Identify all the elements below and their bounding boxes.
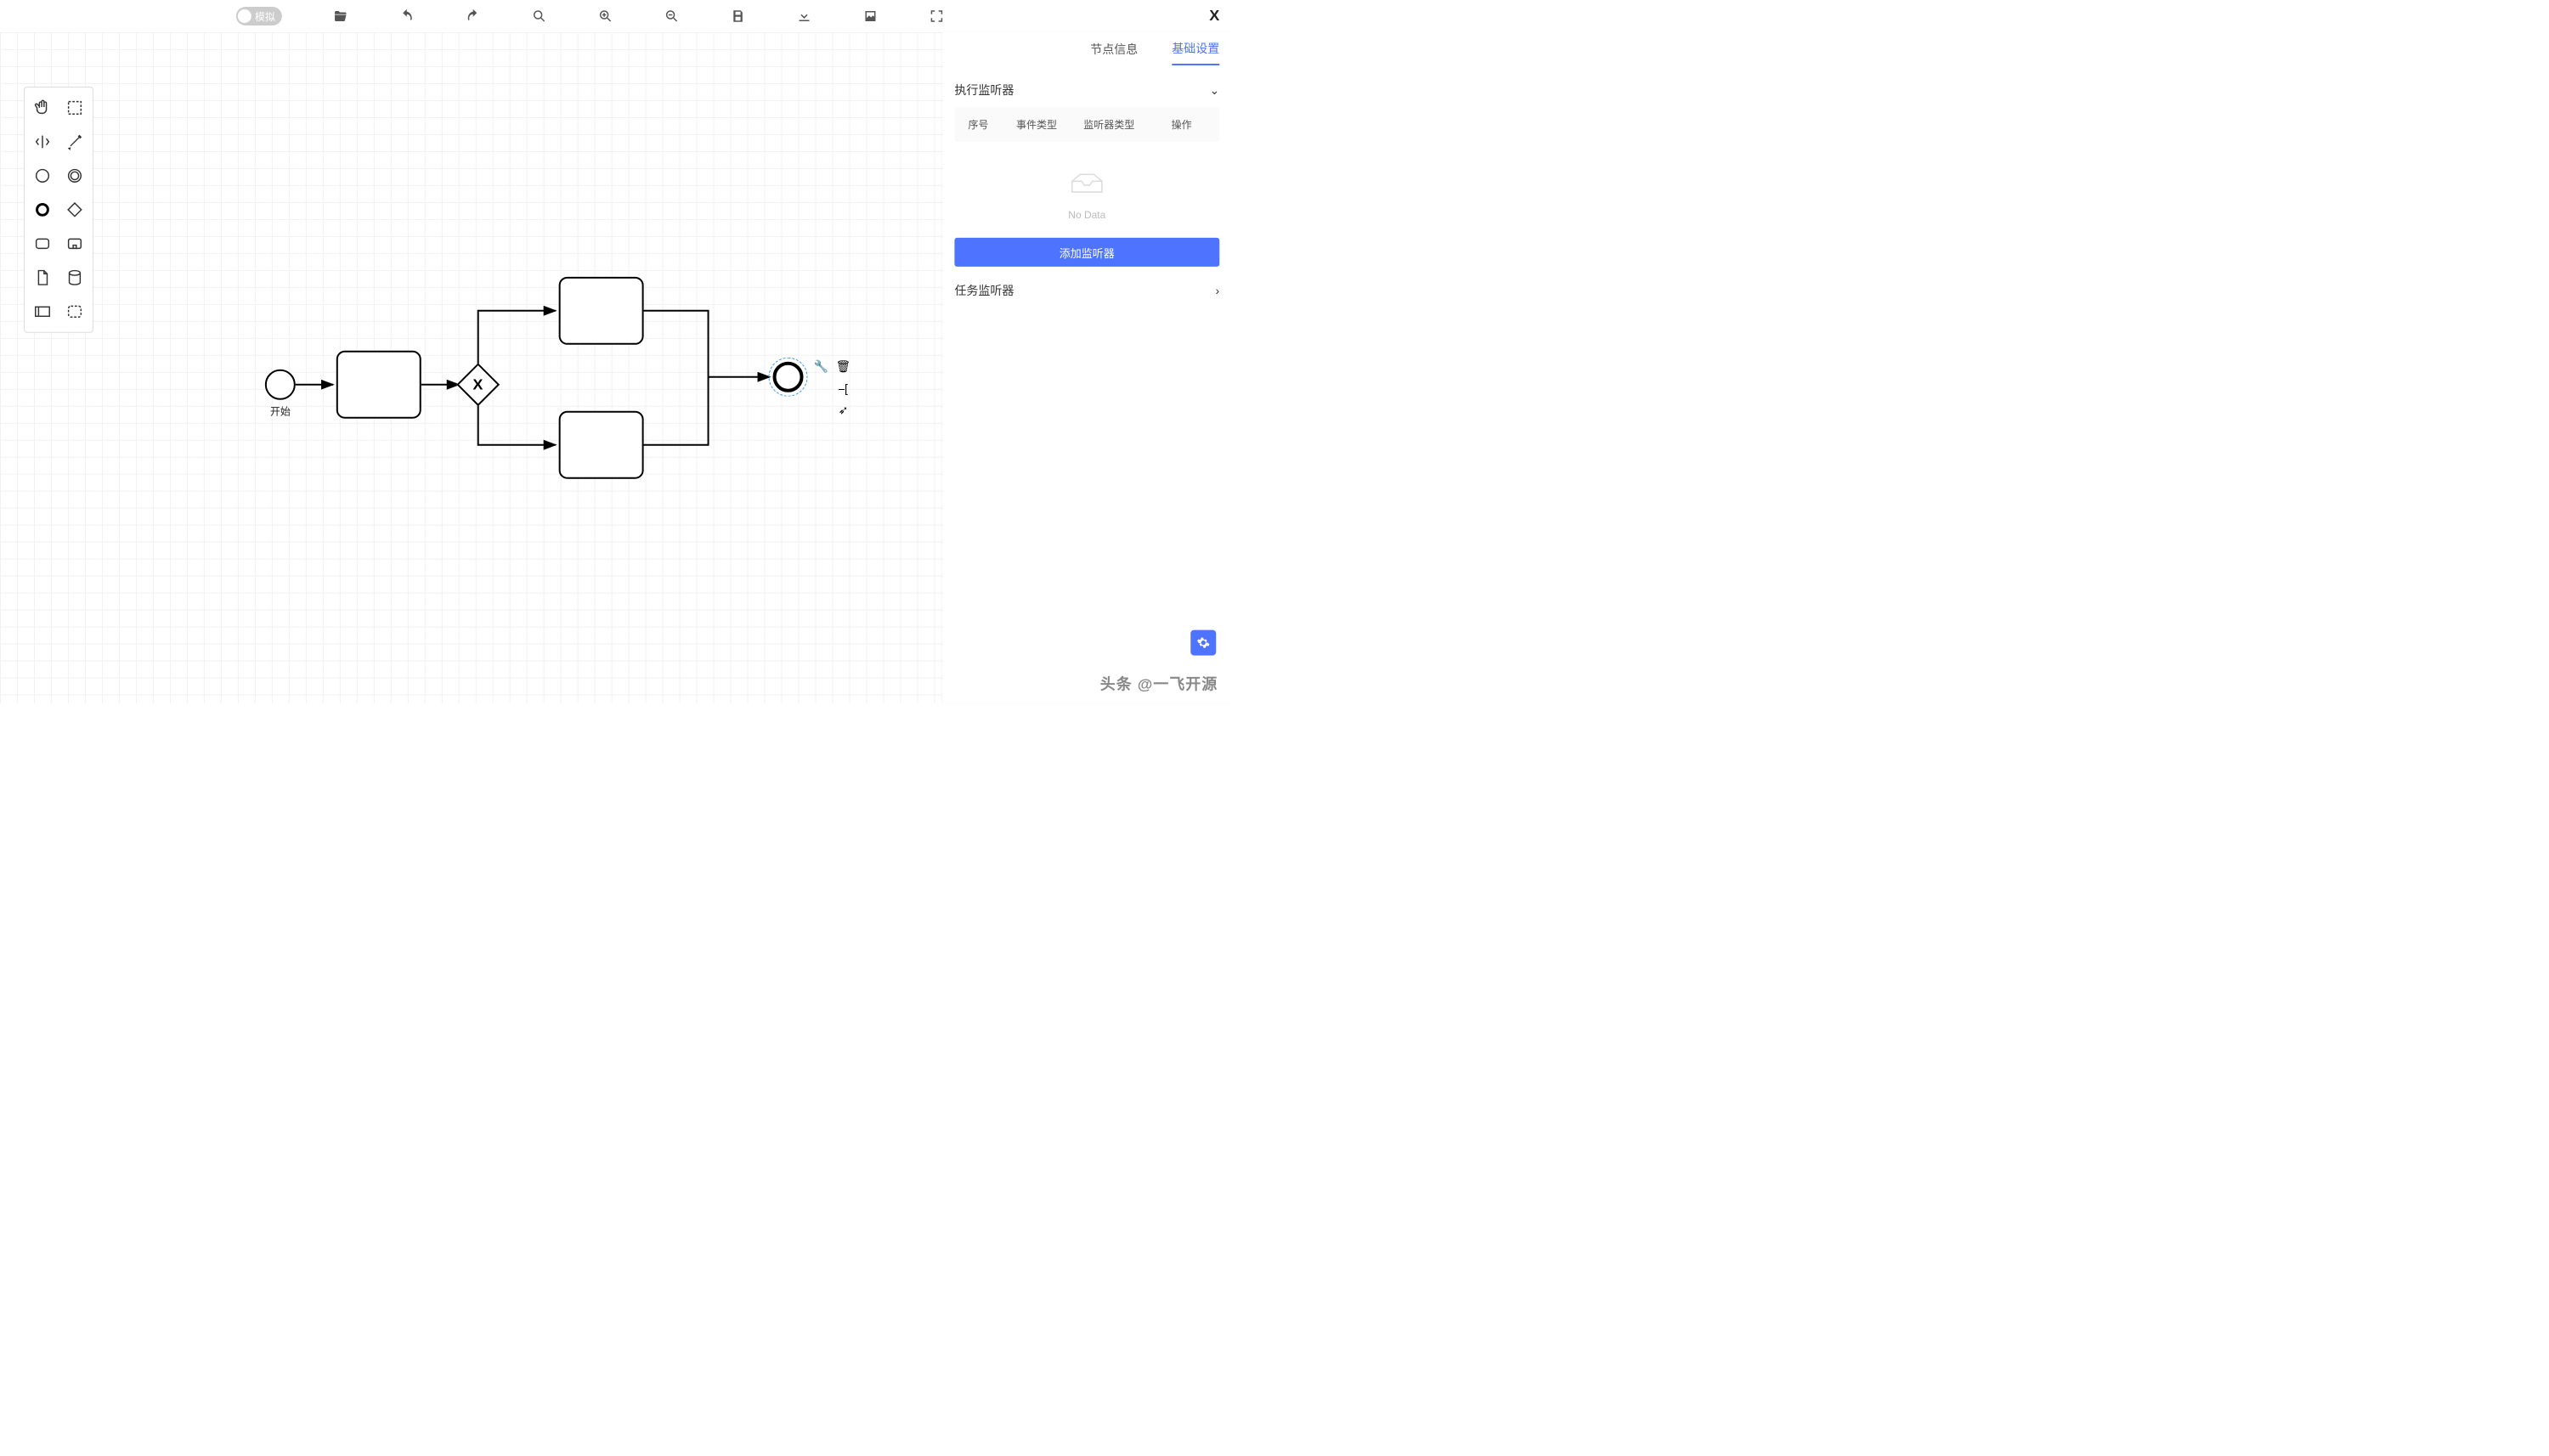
chevron-down-icon: ⌄ — [1210, 82, 1220, 97]
start-event-label: 开始 — [270, 404, 291, 419]
connect-tool-icon[interactable] — [59, 125, 91, 159]
task-listener-title: 任务监听器 — [954, 282, 1014, 299]
zoom-out-icon[interactable] — [664, 8, 680, 24]
panel-tabs: 节点信息 基础设置 — [954, 32, 1219, 73]
undo-icon[interactable] — [399, 8, 415, 24]
col-event: 事件类型 — [1005, 117, 1067, 132]
watermark: 头条 @一飞开源 — [1100, 673, 1218, 695]
fullscreen-icon[interactable] — [929, 8, 944, 24]
participant-icon[interactable] — [26, 295, 59, 329]
listener-table-header: 序号 事件类型 监听器类型 操作 — [954, 107, 1219, 142]
flow-edges — [0, 32, 942, 703]
col-action: 操作 — [1150, 117, 1212, 132]
tool-palette — [24, 87, 93, 333]
task-listener-accordion[interactable]: 任务监听器 › — [954, 274, 1219, 308]
trash-icon[interactable]: 🗑 — [835, 358, 851, 374]
gateway-marker: X — [473, 375, 483, 393]
redo-icon[interactable] — [466, 8, 481, 24]
subprocess-icon[interactable] — [59, 227, 91, 261]
top-toolbar: 模拟 X — [0, 0, 1231, 32]
task-node-1[interactable] — [336, 351, 421, 419]
data-store-icon[interactable] — [59, 261, 91, 295]
exec-listener-title: 执行监听器 — [954, 82, 1014, 99]
wrench-icon[interactable]: 🔧 — [813, 358, 828, 374]
save-icon[interactable] — [731, 8, 746, 24]
start-event-node[interactable] — [265, 370, 296, 400]
context-pad: 🔧 🗑 ⎯[ ➶ — [813, 358, 851, 418]
tab-node-info[interactable]: 节点信息 — [1090, 41, 1138, 65]
gateway-icon[interactable] — [59, 193, 91, 227]
chevron-right-icon: › — [1216, 284, 1220, 297]
simulation-toggle[interactable]: 模拟 — [236, 7, 282, 25]
intermediate-event-icon[interactable] — [59, 159, 91, 193]
task-node-3[interactable] — [559, 411, 644, 479]
connect-icon[interactable]: ➶ — [835, 403, 851, 418]
simulation-toggle-label: 模拟 — [255, 8, 275, 23]
folder-open-icon[interactable] — [333, 8, 348, 24]
tab-basic-settings[interactable]: 基础设置 — [1172, 40, 1219, 65]
group-icon[interactable] — [59, 295, 91, 329]
empty-text: No Data — [954, 209, 1219, 221]
close-button[interactable]: X — [1209, 7, 1219, 25]
exclusive-gateway-node[interactable]: X — [456, 363, 500, 406]
image-icon[interactable] — [862, 8, 878, 24]
col-listener: 监听器类型 — [1078, 117, 1140, 132]
start-event-icon[interactable] — [26, 159, 59, 193]
data-object-icon[interactable] — [26, 261, 59, 295]
annotation-icon[interactable]: ⎯[ — [835, 381, 851, 396]
zoom-reset-icon[interactable] — [532, 8, 547, 24]
add-listener-button[interactable]: 添加监听器 — [954, 238, 1219, 267]
hand-tool-icon[interactable] — [26, 91, 59, 125]
exec-listener-accordion[interactable]: 执行监听器 ⌄ — [954, 73, 1219, 107]
col-index: 序号 — [961, 117, 995, 132]
properties-panel: 节点信息 基础设置 执行监听器 ⌄ 序号 事件类型 监听器类型 操作 No Da… — [942, 32, 1231, 703]
download-icon[interactable] — [797, 8, 812, 24]
end-event-icon[interactable] — [26, 193, 59, 227]
canvas[interactable]: 开始 X 🔧 🗑 ⎯[ ➶ — [0, 32, 942, 703]
task-icon[interactable] — [26, 227, 59, 261]
zoom-in-icon[interactable] — [598, 8, 613, 24]
lasso-tool-icon[interactable] — [59, 91, 91, 125]
settings-fab[interactable] — [1190, 630, 1216, 656]
end-event-node[interactable] — [773, 362, 804, 392]
space-tool-icon[interactable] — [26, 125, 59, 159]
empty-state: No Data — [954, 167, 1219, 221]
empty-box-icon — [1066, 167, 1107, 198]
task-node-2[interactable] — [559, 277, 644, 345]
